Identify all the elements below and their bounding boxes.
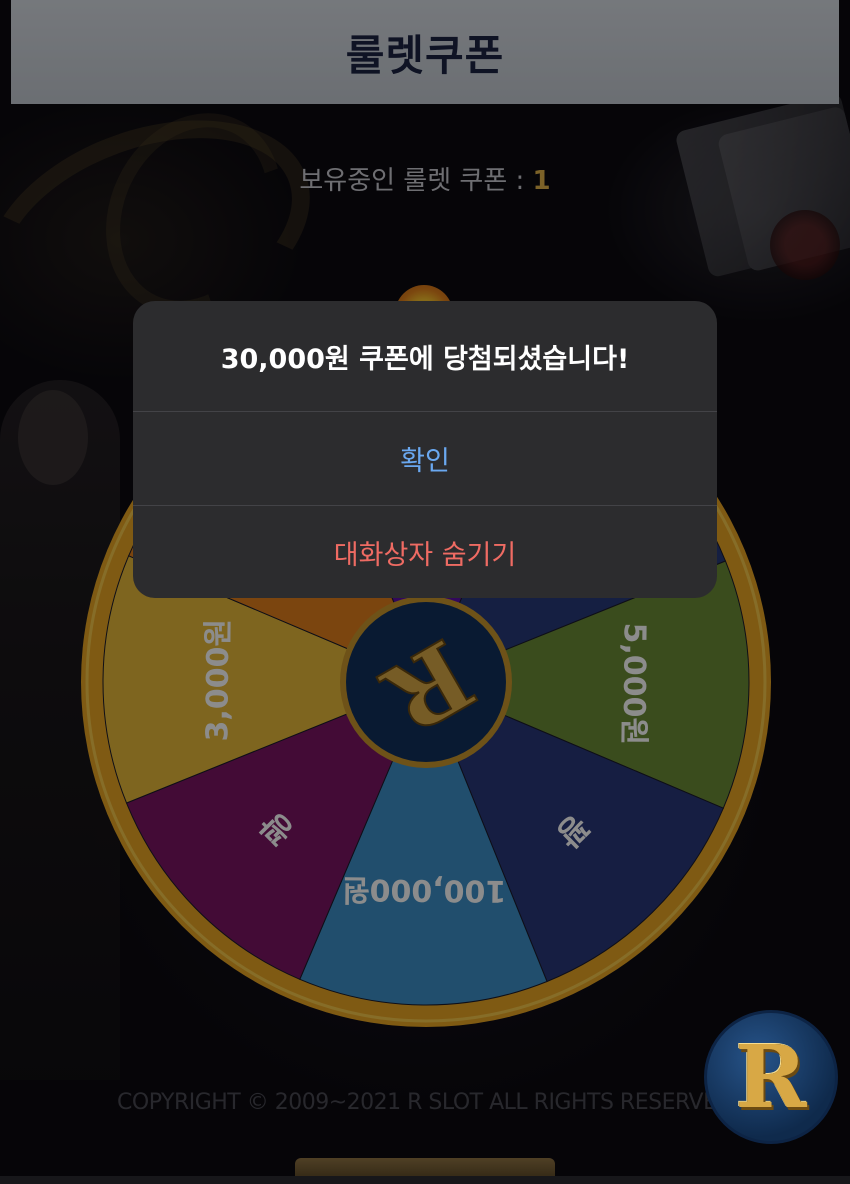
confirm-button[interactable]: 확인 <box>133 412 717 506</box>
r-logo-icon: R <box>735 1026 807 1128</box>
dialog-message: 30,000원 쿠폰에 당첨되셨습니다! <box>133 301 717 412</box>
page: 룰렛쿠폰 보유중인 룰렛 쿠폰 : 1 10,000원꽝5,000원꽝100,0… <box>0 0 850 1184</box>
alert-dialog: 30,000원 쿠폰에 당첨되셨습니다! 확인 대화상자 숨기기 <box>133 301 717 598</box>
r-slot-float-button[interactable]: R <box>704 1010 838 1144</box>
hide-dialog-button[interactable]: 대화상자 숨기기 <box>133 506 717 598</box>
